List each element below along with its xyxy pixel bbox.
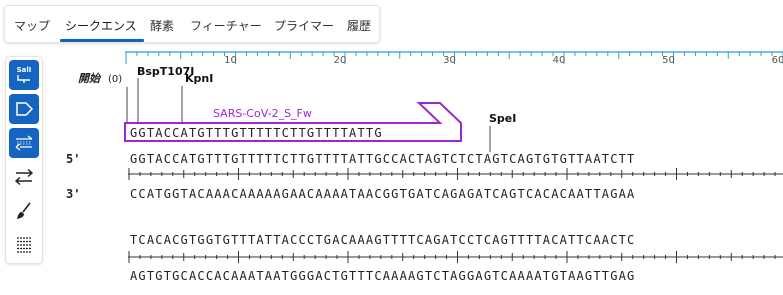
ruler-tick-label: 20 — [334, 55, 347, 66]
sequence-rows: GGTACCATGTTTGTTTTTCTTGTTTTATTGCCACTAGTCT… — [128, 152, 783, 283]
ruler-tick-label: 30 — [443, 55, 456, 66]
sequence-row: TCACACGTGGTGTTTATTACCCTGACAAAGTTTTCAGATC… — [128, 233, 783, 283]
ruler-tick-label: 40 — [553, 55, 566, 66]
bottom-strand[interactable]: CCATGGTACAAACAAAAAGAACAAAATAACGGTGATCAGA… — [130, 187, 635, 201]
start-position: (0) — [108, 74, 122, 85]
top-strand[interactable]: GGTACCATGTTTGTTTTTCTTGTTTTATTGCCACTAGTCT… — [130, 152, 635, 166]
enzyme-label-spei[interactable]: SpeI — [489, 112, 516, 125]
bottom-strand[interactable]: AGTGTGCACCACAAATAATGGGACTGTTTCAAAAGTCTAG… — [130, 269, 635, 283]
annotation-layer: 開始 (0) BspT107I KpnI SpeI SARS-CoV-2_S_F… — [66, 65, 516, 201]
sequence-row: GGTACCATGTTTGTTTTTCTTGTTTTATTGCCACTAGTCT… — [128, 152, 783, 201]
enzyme-label-kpni[interactable]: KpnI — [185, 72, 213, 85]
ruler-tick-label: 50 — [662, 55, 675, 66]
sequence-view: 10 20 30 40 50 60 開始 (0) BspT107I KpnI SpeI S… — [66, 51, 783, 283]
position-ruler: 10 20 30 40 50 60 — [125, 51, 783, 66]
top-strand[interactable]: TCACACGTGGTGTTTATTACCCTGACAAAGTTTTCAGATC… — [130, 233, 635, 247]
three-prime-label: 3' — [66, 187, 80, 201]
five-prime-label: 5' — [66, 152, 80, 166]
primer-name[interactable]: SARS-CoV-2_S_Fw — [213, 107, 312, 120]
ruler-tick-label: 10 — [224, 55, 237, 66]
start-label: 開始 — [78, 72, 102, 85]
primer-sequence: GGTACCATGTTTGTTTTTCTTGTTTTATTG — [130, 126, 383, 140]
ruler-tick-label: 60 — [772, 55, 783, 66]
